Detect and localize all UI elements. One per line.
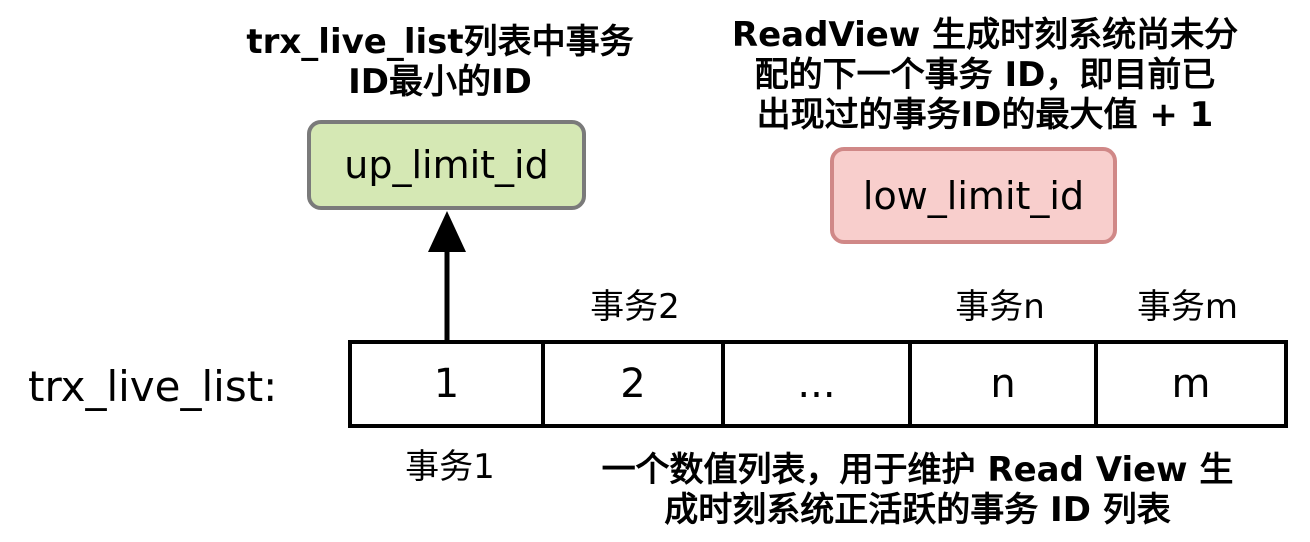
trx-live-list-label: trx_live_list: xyxy=(28,362,278,411)
tx-label-n: 事务n xyxy=(955,287,1045,327)
low-limit-id-box: low_limit_id xyxy=(830,147,1117,244)
up-limit-id-box: up_limit_id xyxy=(307,120,586,210)
list-cell-ellipsis: ... xyxy=(725,344,912,424)
tx-label-1: 事务1 xyxy=(405,447,495,487)
list-cell-2: 2 xyxy=(545,344,725,424)
list-cell-1: 1 xyxy=(352,344,545,424)
list-cell-m: m xyxy=(1171,361,1211,407)
up-limit-description: trx_live_list列表中事务 ID最小的ID xyxy=(246,22,634,102)
up-limit-id-label: up_limit_id xyxy=(344,143,549,187)
trx-live-list-description: 一个数值列表，用于维护 Read View 生 成时刻系统正活跃的事务 ID 列… xyxy=(601,450,1234,530)
tx-label-2: 事务2 xyxy=(590,287,680,327)
arrow-head xyxy=(428,211,466,252)
low-limit-id-label: low_limit_id xyxy=(862,173,1085,218)
trx-live-list-array: 1 2 ... n m xyxy=(348,340,1288,428)
list-cell-n: n xyxy=(912,344,1098,424)
low-limit-description: ReadView 生成时刻系统尚未分 配的下一个事务 ID，即目前已 出现过的事… xyxy=(731,15,1239,135)
tx-label-m: 事务m xyxy=(1136,287,1239,327)
